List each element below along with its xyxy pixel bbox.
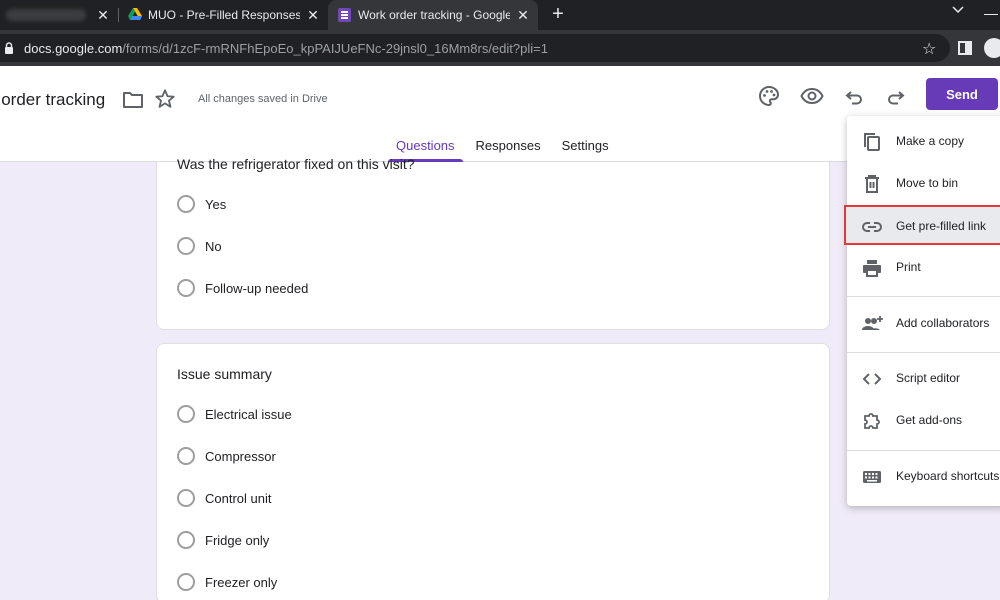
undo-icon[interactable] bbox=[842, 84, 866, 108]
more-options-menu: Make a copy Move to bin Get pre-filled l… bbox=[844, 116, 1000, 506]
option-label: Control unit bbox=[205, 490, 272, 506]
radio-option[interactable]: Compressor bbox=[177, 446, 276, 466]
question-card[interactable]: Was the refrigerator fixed on this visit… bbox=[156, 156, 830, 330]
menu-item-get-prefilled-link[interactable]: Get pre-filled link bbox=[844, 205, 1000, 245]
side-panel-icon[interactable] bbox=[958, 41, 972, 55]
menu-divider bbox=[847, 450, 1000, 451]
preview-eye-icon[interactable] bbox=[800, 84, 824, 108]
tab-close-icon[interactable]: ✕ bbox=[96, 8, 110, 22]
save-status: All changes saved in Drive bbox=[198, 93, 328, 105]
radio-button[interactable] bbox=[177, 447, 195, 465]
blurred-tab-title bbox=[6, 9, 86, 21]
menu-item-keyboard-shortcuts[interactable]: Keyboard shortcuts bbox=[847, 457, 1000, 497]
print-icon bbox=[863, 260, 881, 277]
url-path: /forms/d/1zcF-rmRNFhEpoEo_kpPAIJUeFNc-29… bbox=[122, 41, 548, 56]
question-title: Was the refrigerator fixed on this visit… bbox=[177, 156, 415, 172]
menu-item-label: Add collaborators bbox=[896, 316, 990, 330]
menu-item-add-collaborators[interactable]: Add collaborators bbox=[847, 304, 1000, 344]
radio-option[interactable]: Freezer only bbox=[177, 572, 277, 592]
menu-item-print[interactable]: Print bbox=[847, 248, 1000, 288]
radio-button[interactable] bbox=[177, 405, 195, 423]
address-bar[interactable]: docs.google.com/forms/d/1zcF-rmRNFhEpoEo… bbox=[0, 34, 950, 62]
radio-button[interactable] bbox=[177, 489, 195, 507]
puzzle-icon bbox=[864, 413, 880, 429]
option-label: Compressor bbox=[205, 448, 276, 464]
star-icon[interactable] bbox=[154, 88, 176, 110]
radio-option[interactable]: No bbox=[177, 236, 222, 256]
keyboard-icon bbox=[863, 471, 881, 483]
profile-avatar[interactable] bbox=[984, 38, 1000, 58]
radio-option[interactable]: Yes bbox=[177, 194, 226, 214]
radio-button[interactable] bbox=[177, 237, 195, 255]
lock-icon bbox=[5, 42, 13, 54]
palette-icon[interactable] bbox=[757, 84, 781, 108]
menu-divider bbox=[847, 296, 1000, 297]
trash-icon bbox=[865, 175, 879, 193]
url-host: docs.google.com bbox=[24, 41, 123, 56]
radio-option[interactable]: Electrical issue bbox=[177, 404, 292, 424]
radio-button[interactable] bbox=[177, 195, 195, 213]
tab-close-icon[interactable]: ✕ bbox=[516, 8, 530, 22]
url-text[interactable]: docs.google.com/forms/d/1zcF-rmRNFhEpoEo… bbox=[24, 41, 548, 56]
tab-settings[interactable]: Settings bbox=[554, 128, 617, 162]
google-drive-icon bbox=[128, 8, 142, 20]
menu-item-label: Print bbox=[896, 260, 921, 274]
radio-button[interactable] bbox=[177, 279, 195, 297]
menu-item-move-to-bin[interactable]: Move to bin bbox=[847, 164, 1000, 204]
link-icon bbox=[862, 222, 882, 232]
option-label: Follow-up needed bbox=[205, 280, 309, 296]
browser-tab-blurred[interactable]: ✕ bbox=[0, 0, 118, 30]
menu-item-get-add-ons[interactable]: Get add-ons bbox=[847, 401, 1000, 441]
browser-tab-strip: ✕ MUO - Pre-Filled Responses Goo ✕ Work … bbox=[0, 0, 1000, 30]
option-label: Freezer only bbox=[205, 574, 278, 590]
tab-responses[interactable]: Responses bbox=[468, 128, 549, 162]
window-minimize-icon[interactable] bbox=[984, 14, 998, 15]
bookmark-star-icon[interactable]: ☆ bbox=[922, 39, 936, 59]
menu-item-label: Get add-ons bbox=[896, 413, 963, 427]
radio-option[interactable]: Fridge only bbox=[177, 530, 269, 550]
redo-icon[interactable] bbox=[884, 84, 908, 108]
tab-close-icon[interactable]: ✕ bbox=[306, 8, 320, 22]
browser-tab-forms[interactable]: Work order tracking - Google Fo ✕ bbox=[328, 0, 538, 30]
radio-button[interactable] bbox=[177, 573, 195, 591]
folder-icon[interactable] bbox=[122, 90, 144, 110]
question-card[interactable]: Issue summary Electrical issue Compresso… bbox=[156, 343, 830, 600]
form-title[interactable]: k order tracking bbox=[0, 90, 105, 110]
menu-item-label: Keyboard shortcuts bbox=[896, 469, 1000, 483]
google-forms-icon bbox=[338, 8, 351, 22]
copy-icon bbox=[864, 133, 880, 151]
add-people-icon bbox=[862, 316, 883, 330]
new-tab-button[interactable]: + bbox=[548, 4, 568, 24]
send-button[interactable]: Send bbox=[926, 78, 998, 110]
menu-item-label: Move to bin bbox=[896, 176, 959, 190]
code-icon bbox=[862, 373, 882, 385]
menu-item-make-copy[interactable]: Make a copy bbox=[847, 122, 1000, 162]
option-label: Fridge only bbox=[205, 532, 270, 548]
option-label: Yes bbox=[205, 196, 227, 212]
menu-item-script-editor[interactable]: Script editor bbox=[847, 359, 1000, 399]
tab-title: MUO - Pre-Filled Responses Goo bbox=[148, 8, 300, 22]
address-bar-row: docs.google.com/forms/d/1zcF-rmRNFhEpoEo… bbox=[0, 30, 1000, 66]
option-label: No bbox=[205, 238, 222, 254]
form-tabs: Questions Responses Settings bbox=[388, 128, 622, 162]
option-label: Electrical issue bbox=[205, 406, 292, 422]
radio-option[interactable]: Control unit bbox=[177, 488, 271, 508]
menu-item-label: Get pre-filled link bbox=[896, 219, 987, 233]
menu-item-label: Script editor bbox=[896, 371, 961, 385]
menu-item-label: Make a copy bbox=[896, 134, 965, 148]
menu-divider bbox=[847, 352, 1000, 353]
browser-tab-muo[interactable]: MUO - Pre-Filled Responses Goo ✕ bbox=[118, 0, 328, 30]
tab-title: Work order tracking - Google Fo bbox=[358, 8, 510, 22]
radio-option[interactable]: Follow-up needed bbox=[177, 278, 308, 298]
question-title: Issue summary bbox=[177, 366, 272, 382]
tab-search-icon[interactable] bbox=[950, 6, 966, 22]
radio-button[interactable] bbox=[177, 531, 195, 549]
